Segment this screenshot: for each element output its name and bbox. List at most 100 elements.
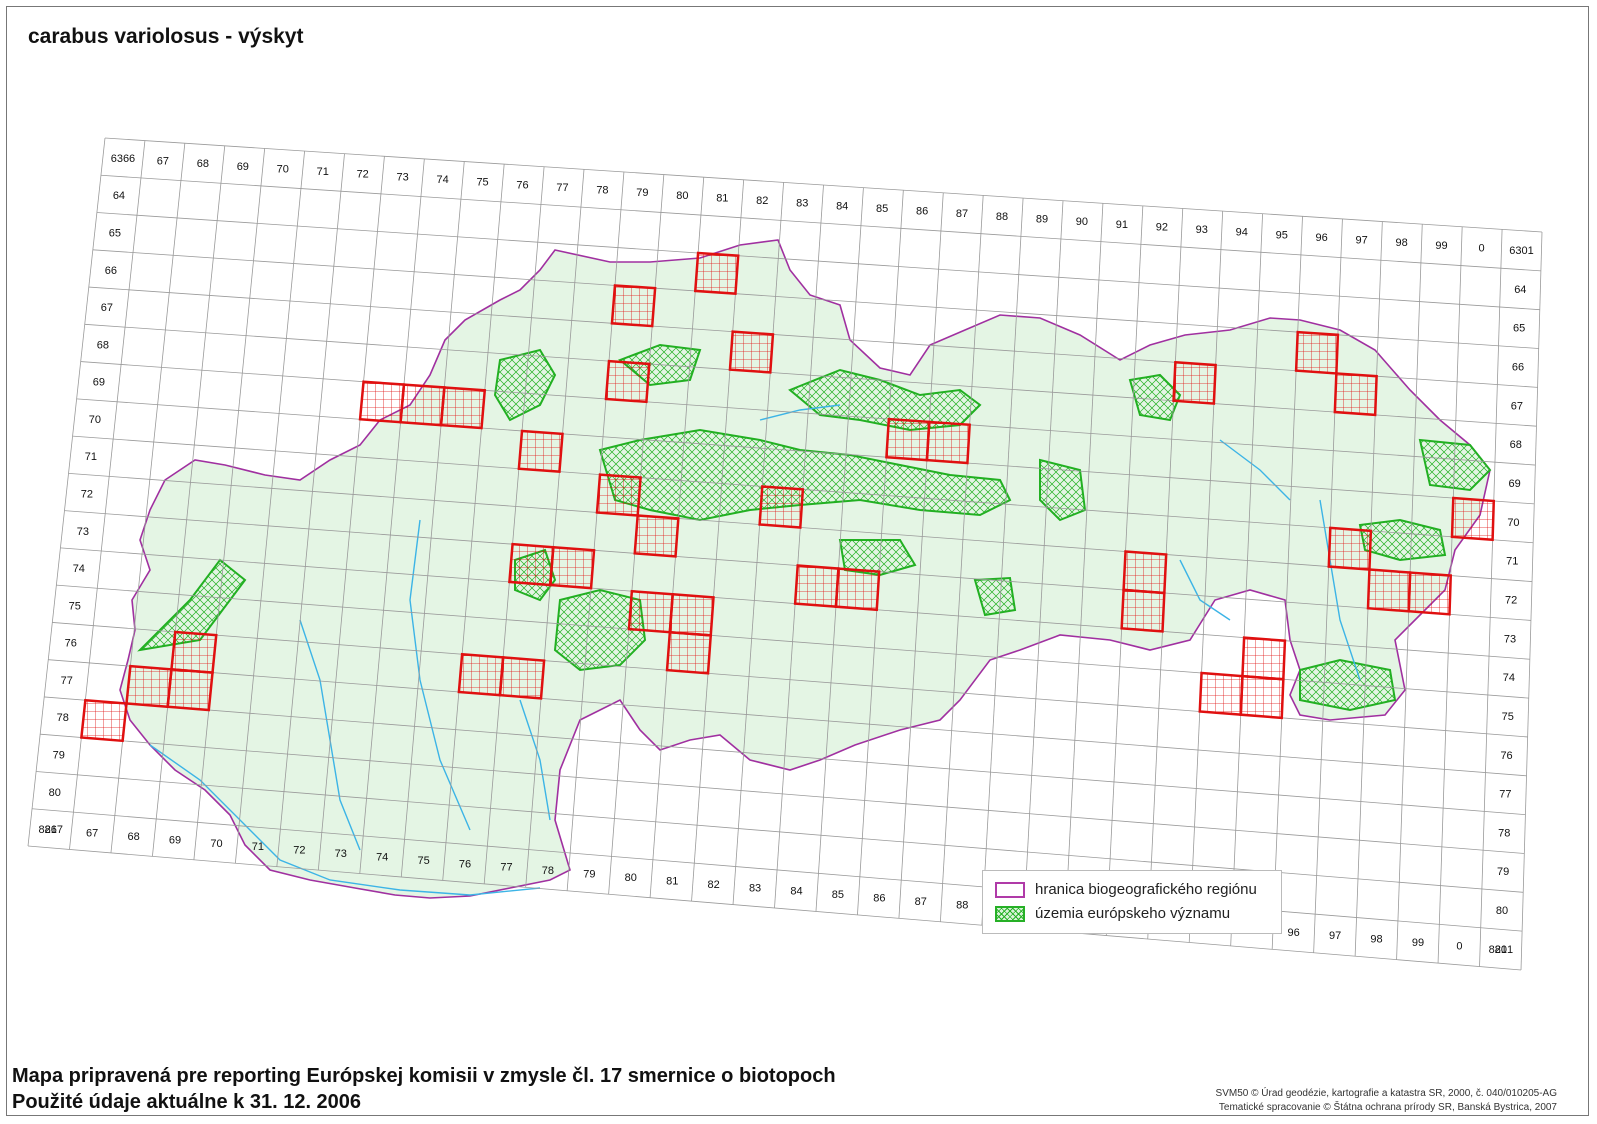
grid-label-bottom: 88 xyxy=(956,899,968,911)
grid-label-left: 66 xyxy=(105,265,117,277)
legend: hranica biogeografického regiónu územia … xyxy=(982,870,1282,934)
grid-label-top: 72 xyxy=(357,169,369,181)
footer-line-1: Mapa pripravená pre reporting Európskej … xyxy=(12,1065,836,1087)
occurrence-square xyxy=(457,652,505,697)
grid-label-bottom: 99 xyxy=(1412,937,1424,949)
grid-label-bottom: 72 xyxy=(293,845,305,857)
grid-label-top: 85 xyxy=(876,203,888,215)
occurrence-square xyxy=(548,545,596,590)
grid-label-right: 64 xyxy=(1514,284,1526,296)
grid-label-top: 74 xyxy=(436,174,448,186)
grid-label-top: 68 xyxy=(197,158,209,170)
grid-label-bottom: 76 xyxy=(459,858,471,870)
grid-label-top: 79 xyxy=(636,187,648,199)
grid-label-bottom: 78 xyxy=(542,865,554,877)
grid-label-bottom: 75 xyxy=(417,855,429,867)
occurrence-square xyxy=(1407,571,1453,616)
occurrence-square xyxy=(508,542,555,587)
occurrence-square xyxy=(693,251,740,296)
occurrence-square xyxy=(665,630,713,675)
grid-label-bottom: 68 xyxy=(127,831,139,843)
grid-label-right: 79 xyxy=(1497,866,1509,878)
grid-label-top: 83 xyxy=(796,198,808,210)
grid-label-top: 0 xyxy=(1478,242,1484,254)
grid-label-bottom: 86 xyxy=(873,893,885,905)
grid-label-right: 70 xyxy=(1507,517,1519,529)
occurrence-square xyxy=(166,668,214,712)
grid-label-top: 78 xyxy=(596,185,608,197)
grid-label-bottom: 67 xyxy=(86,828,98,840)
credit-line-2: Tematické spracovanie © Štátna ochrana p… xyxy=(1218,1102,1557,1113)
grid-label-bottom: 69 xyxy=(169,834,181,846)
grid-label-top: 81 xyxy=(716,192,728,204)
occurrence-square xyxy=(1327,526,1373,571)
grid-label-left: 69 xyxy=(93,377,105,389)
sites-hatch-swatch xyxy=(995,905,1025,922)
occurrence-square xyxy=(1366,568,1412,613)
legend-border-label: hranica biogeografického regiónu xyxy=(1035,881,1257,898)
occurrence-square xyxy=(834,567,881,612)
grid-label-left: 71 xyxy=(85,451,97,463)
grid-label-top: 92 xyxy=(1156,221,1168,233)
distribution-map: 6366 67 68 69 70 71 72 73 74 75 76 77 78 79 80 81 82 83 84… xyxy=(27,137,1543,971)
occurrence-square xyxy=(885,417,931,462)
grid-label-right: 69 xyxy=(1508,478,1520,490)
grid-label-left: 72 xyxy=(81,489,93,501)
grid-line-horizontal xyxy=(96,212,1540,311)
occurrence-square xyxy=(1241,636,1287,681)
grid-label-left: 64 xyxy=(113,190,125,202)
grid-label-right: 81 xyxy=(1495,944,1507,956)
legend-row-sites: územia európskeho významu xyxy=(995,905,1230,922)
occurrence-square xyxy=(633,514,680,558)
grid-label-left: 80 xyxy=(49,787,61,799)
grid-label-top: 82 xyxy=(756,195,768,207)
grid-label-top: 97 xyxy=(1356,235,1368,247)
grid-label-top: 70 xyxy=(277,163,289,175)
occurrence-square xyxy=(125,664,173,709)
grid-label-top: 96 xyxy=(1316,232,1328,244)
grid-label-top: 99 xyxy=(1435,240,1447,252)
grid-label-top: 73 xyxy=(397,171,409,183)
grid-line-horizontal xyxy=(104,137,1543,233)
grid-label-bottom: 98 xyxy=(1370,934,1382,946)
grid-label-top: 75 xyxy=(476,177,488,189)
grid-label-top: 88 xyxy=(996,211,1008,223)
grid-label-bottom: 96 xyxy=(1288,927,1300,939)
grid-label-right: 68 xyxy=(1510,439,1522,451)
grid-label-bottom: 87 xyxy=(915,896,927,908)
occurrence-square xyxy=(793,564,840,609)
occurrence-square xyxy=(604,359,651,404)
grid-label-bottom: 83 xyxy=(749,882,761,894)
grid-label-top: 95 xyxy=(1276,229,1288,241)
footer-line-2: Použité údaje aktuálne k 31. 12. 2006 xyxy=(12,1091,362,1113)
grid-label-right: 67 xyxy=(1511,400,1523,412)
occurrence-square xyxy=(627,589,675,634)
grid-label-bottom: 85 xyxy=(832,889,844,901)
occurrence-square xyxy=(758,485,805,529)
grid-label-bottom: 82 xyxy=(708,879,720,891)
grid-label-top: 89 xyxy=(1036,214,1048,226)
occurrence-square xyxy=(1120,588,1166,633)
grid-label-bottom: 97 xyxy=(1329,930,1341,942)
grid-label-top: 80 xyxy=(676,190,688,202)
grid-label-bottom: 74 xyxy=(376,851,388,863)
grid-label-top: 98 xyxy=(1395,237,1407,249)
occurrence-square xyxy=(1172,360,1217,405)
occurrence-square xyxy=(1294,330,1340,375)
grid-label-left: 79 xyxy=(53,750,65,762)
occurrence-square xyxy=(1239,674,1285,720)
grid-label-bottom: 71 xyxy=(252,841,264,853)
grid-label-left: 77 xyxy=(61,675,73,687)
grid-label-top: 87 xyxy=(956,208,968,220)
grid-label-left: 65 xyxy=(109,228,121,240)
occurrence-square xyxy=(1122,550,1168,595)
grid-label-bottom: 0 xyxy=(1456,940,1462,952)
grid-label-top: 94 xyxy=(1236,227,1248,239)
grid-label-right: 65 xyxy=(1513,323,1525,335)
grid-label-top: 6366 xyxy=(111,153,135,165)
grid-label-left: 75 xyxy=(69,600,81,612)
grid-label-top: 67 xyxy=(157,156,169,168)
occurrence-square xyxy=(595,473,642,517)
grid-label-bottom: 73 xyxy=(335,848,347,860)
grid-label-top: 91 xyxy=(1116,219,1128,231)
